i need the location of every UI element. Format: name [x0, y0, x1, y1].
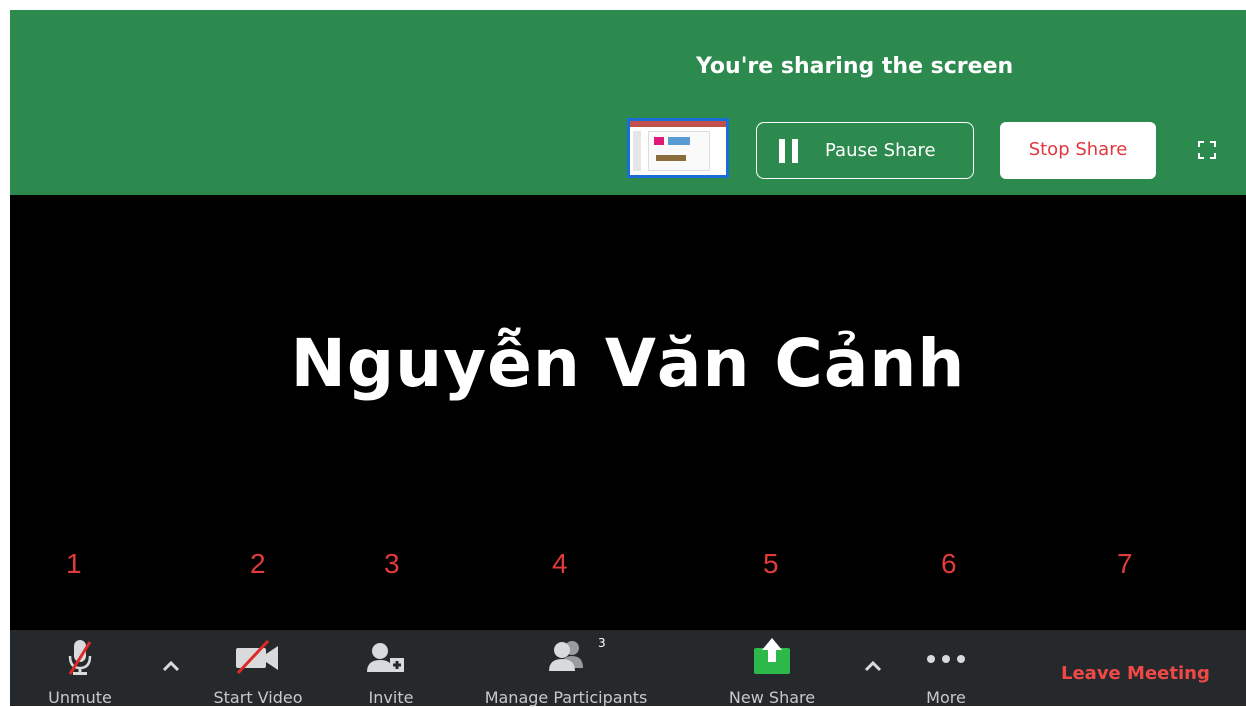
annotation-number: 2	[250, 548, 266, 579]
unmute-button[interactable]: Unmute	[40, 630, 120, 707]
annotation-number: 6	[941, 548, 957, 579]
manage-participants-label: Manage Participants	[484, 688, 648, 707]
new-share-button[interactable]: New Share	[722, 630, 822, 707]
invite-button[interactable]: Invite	[356, 630, 426, 707]
stop-share-label: Stop Share	[1028, 139, 1128, 160]
video-off-icon	[236, 640, 278, 674]
start-video-button[interactable]: Start Video	[208, 630, 308, 707]
start-video-label: Start Video	[213, 688, 303, 707]
unmute-label: Unmute	[48, 688, 112, 707]
more-label: More	[926, 688, 966, 707]
participants-icon	[549, 641, 583, 671]
leave-meeting-button[interactable]: Leave Meeting	[1061, 663, 1210, 684]
video-stage: Nguyễn Văn Cảnh 1 2 3 4 5 6 7	[10, 195, 1246, 630]
sharing-banner: You're sharing the screen Pause Share St…	[10, 10, 1246, 195]
annotation-number: 3	[384, 548, 400, 579]
meeting-toolbar: Unmute Start Video Invite 3 Manage Parti…	[10, 630, 1246, 707]
stop-share-button[interactable]: Stop Share	[1000, 122, 1156, 179]
muted-microphone-icon	[68, 640, 92, 675]
annotation-number: 4	[552, 548, 568, 579]
participant-name: Nguyễn Văn Cảnh	[290, 325, 966, 402]
annotation-number: 1	[66, 548, 82, 579]
more-dots-icon	[927, 655, 965, 663]
pause-share-label: Pause Share	[825, 140, 936, 161]
manage-participants-button[interactable]: 3 Manage Participants	[476, 630, 656, 707]
sharing-status-title: You're sharing the screen	[696, 54, 1014, 79]
more-button[interactable]: More	[906, 630, 986, 707]
audio-options-chevron-up-icon[interactable]	[160, 658, 182, 674]
annotation-number: 7	[1117, 548, 1133, 579]
add-person-icon	[367, 643, 404, 672]
fullscreen-icon[interactable]	[1198, 141, 1216, 159]
share-screen-icon	[754, 638, 790, 674]
share-options-chevron-up-icon[interactable]	[862, 658, 884, 674]
annotation-number: 5	[763, 548, 779, 579]
shared-screen-thumbnail[interactable]	[627, 118, 729, 178]
new-share-label: New Share	[728, 688, 816, 707]
pause-icon	[779, 139, 799, 163]
pause-share-button[interactable]: Pause Share	[756, 122, 974, 179]
invite-label: Invite	[368, 688, 414, 707]
participant-count: 3	[598, 636, 606, 650]
